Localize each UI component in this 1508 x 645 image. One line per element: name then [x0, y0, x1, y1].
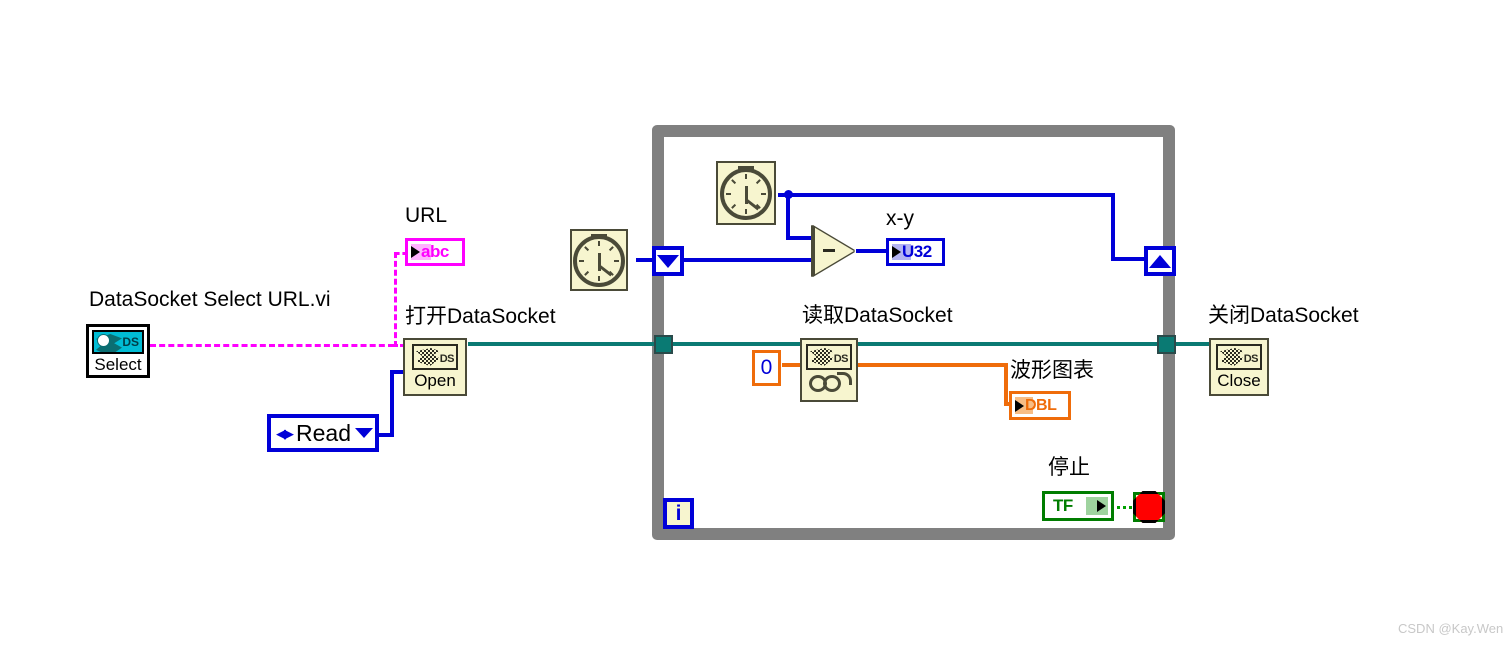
loop-tunnel-right[interactable] [1157, 335, 1176, 354]
tick-count-node-inside[interactable] [716, 161, 776, 225]
shift-register-right[interactable] [1144, 246, 1176, 276]
glasses-icon [809, 371, 852, 392]
read-node-icon: DS [806, 344, 852, 370]
datasocket-close-node[interactable]: DS Close [1209, 338, 1269, 396]
clock-icon [573, 235, 625, 288]
datasocket-select-url-vi[interactable]: DS Select [86, 324, 150, 378]
close-datasocket-label: 关闭DataSocket [1208, 304, 1359, 327]
select-vi-icon: DS [92, 330, 144, 354]
select-vi-label: DataSocket Select URL.vi [89, 288, 331, 311]
wire-read-enum-up [390, 370, 394, 437]
wire-clock-to-right [786, 193, 1115, 197]
read-enum-constant[interactable]: ◀▶ Read [267, 414, 379, 452]
clock-icon-inside [720, 168, 772, 221]
tf-type-text: TF [1053, 496, 1073, 515]
open-caption: Open [414, 371, 456, 390]
url-type-text: abc [421, 242, 449, 261]
x-minus-y-label: x-y [886, 207, 914, 230]
datasocket-read-node[interactable]: DS [800, 338, 858, 402]
stop-label: 停止 [1048, 456, 1090, 479]
wire-read-out [856, 363, 1008, 367]
wire-loop-to-read [662, 342, 807, 346]
loop-tunnel-left[interactable] [654, 335, 673, 354]
open-node-icon: DS [412, 344, 458, 370]
chevron-down-icon[interactable] [354, 428, 373, 438]
open-datasocket-label: 打开DataSocket [405, 305, 556, 328]
u32-type-text: U32 [902, 242, 932, 261]
stop-boolean-terminal[interactable]: TF [1042, 491, 1114, 521]
watermark: CSDN @Kay.Wen [1398, 621, 1504, 636]
url-string-terminal[interactable]: abc [405, 238, 465, 266]
wire-clock-into-subtract-x [786, 236, 814, 240]
read-ds-text: DS [833, 353, 849, 365]
close-ds-text: DS [1243, 353, 1259, 365]
url-label: URL [405, 204, 448, 227]
wire-read-to-right-tunnel [856, 342, 1168, 346]
read-datasocket-label: 读取DataSocket [802, 304, 953, 327]
wire-shiftreg-to-subtract [684, 258, 812, 262]
iteration-text: i [675, 501, 682, 525]
shift-register-down-icon [657, 254, 679, 268]
wire-read-down-to-dbl [1004, 363, 1008, 406]
dbl-type-text: DBL [1025, 396, 1057, 414]
select-ds-text: DS [122, 335, 139, 349]
wire-url-down [394, 252, 397, 347]
wire-select-to-url-junction [150, 344, 394, 347]
datasocket-open-node[interactable]: DS Open [403, 338, 467, 396]
shift-register-up-icon [1149, 254, 1171, 268]
wire-into-up-shiftreg [1111, 257, 1144, 261]
waveform-chart-label: 波形图表 [1010, 359, 1094, 382]
wire-subtract-to-u32 [856, 249, 888, 253]
tick-count-node-outside[interactable] [570, 229, 628, 291]
wire-open-to-loop [468, 342, 664, 346]
close-node-icon: DS [1216, 344, 1262, 370]
zero-constant[interactable]: 0 [752, 350, 781, 386]
zero-constant-value: 0 [760, 356, 773, 379]
open-ds-text: DS [439, 353, 455, 365]
wire-right-down-to-shiftreg [1111, 193, 1115, 261]
minus-sign-icon [823, 249, 835, 252]
stop-sign-icon [1133, 491, 1165, 523]
block-diagram-canvas: DataSocket Select URL.vi DS Select URL a… [0, 0, 1508, 645]
enum-lr-arrows-icon: ◀▶ [276, 425, 294, 441]
loop-conditional-stop-terminal[interactable] [1133, 491, 1165, 523]
wire-clock-down-to-subtract [786, 193, 790, 240]
shift-register-left[interactable] [652, 246, 684, 276]
subtract-left-edge [812, 226, 815, 276]
read-enum-value: Read [296, 419, 351, 446]
loop-iteration-terminal[interactable]: i [663, 498, 694, 529]
select-caption: Select [94, 355, 142, 374]
waveform-chart-dbl-indicator[interactable]: DBL [1009, 391, 1071, 420]
close-caption: Close [1217, 371, 1261, 390]
x-minus-y-u32-indicator[interactable]: U32 [886, 238, 945, 266]
